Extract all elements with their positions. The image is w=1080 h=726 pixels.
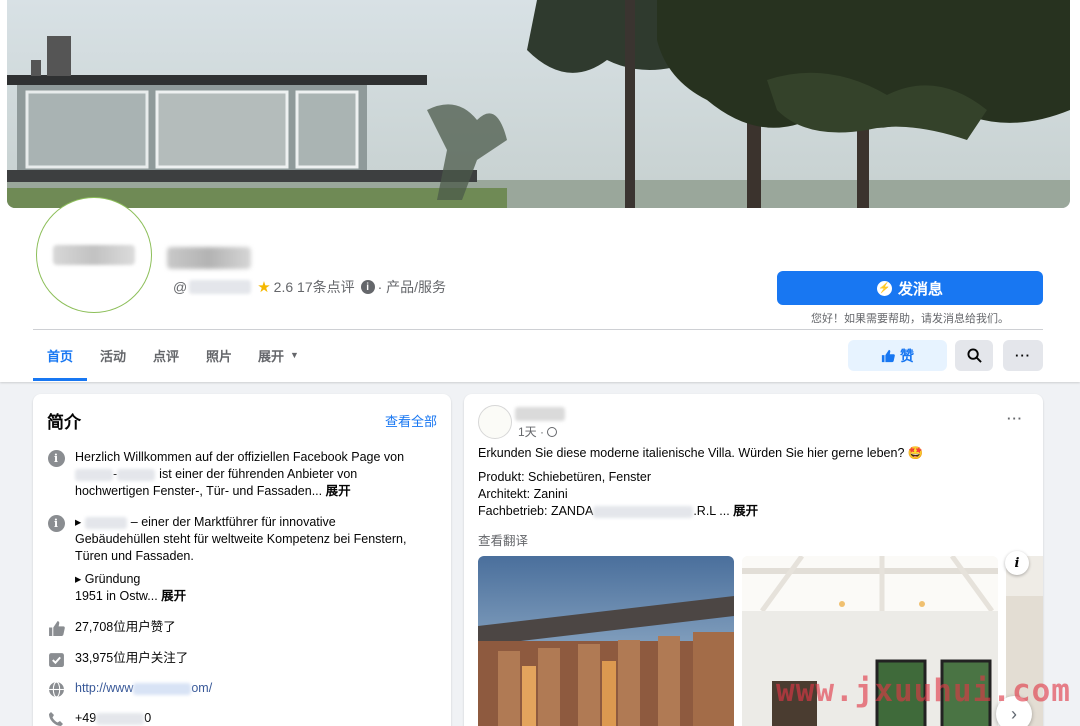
phone-number: +49 0 bbox=[75, 710, 151, 726]
post-text-line3: Architekt: Zanini bbox=[478, 487, 568, 501]
tab-home[interactable]: 首页 bbox=[47, 340, 73, 370]
post-text-prefix: Fachbetrieb: ZANDA bbox=[478, 504, 594, 518]
post-text-line2: Produkt: Schiebetüren, Fenster bbox=[478, 470, 652, 484]
page-meta: @ ★ 2.6 17条点评 i · 产品/服务 bbox=[173, 277, 446, 297]
tab-more-label: 展开 bbox=[258, 348, 285, 364]
phone-row: +49 0 bbox=[47, 710, 437, 726]
thumbs-up-icon bbox=[881, 349, 895, 362]
intro-card: 简介 查看全部 i Herzlich Willkommen auf der of… bbox=[33, 394, 451, 726]
post-time-text: 1天 · bbox=[518, 425, 545, 439]
like-button[interactable]: 赞 bbox=[848, 340, 947, 371]
tab-more[interactable]: 展开 ▼ bbox=[258, 340, 299, 370]
post-author-redacted[interactable] bbox=[515, 407, 565, 421]
handle-at: @ bbox=[173, 279, 188, 295]
phone-redacted bbox=[96, 712, 145, 725]
follows-count: 33,975位用户关注了 bbox=[75, 651, 189, 665]
about-line1: – einer der Marktführer für innovative bbox=[130, 515, 336, 529]
send-message-label: 发消息 bbox=[897, 280, 943, 298]
page-category: 产品/服务 bbox=[386, 279, 447, 295]
avatar-logo-blur bbox=[53, 245, 135, 265]
intro-description: i Herzlich Willkommen auf der offizielle… bbox=[47, 449, 437, 500]
header-divider bbox=[33, 329, 1043, 330]
follow-icon bbox=[48, 652, 64, 667]
company-name-redacted bbox=[75, 468, 113, 481]
tab-events[interactable]: 活动 bbox=[100, 340, 126, 370]
more-icon: ··· bbox=[1015, 348, 1031, 363]
follows-row: 33,975位用户关注了 bbox=[47, 650, 437, 668]
brand-redacted bbox=[84, 516, 127, 529]
info-icon: i bbox=[47, 449, 65, 467]
expand-link[interactable]: 展开 bbox=[326, 484, 351, 498]
thumbs-up-icon bbox=[48, 620, 65, 636]
likes-row: 27,708位用户赞了 bbox=[47, 619, 437, 637]
website-prefix: http://www bbox=[75, 681, 134, 695]
villa-exterior-image bbox=[478, 556, 734, 726]
post-timestamp[interactable]: 1天 · bbox=[518, 423, 558, 440]
post-text-line1: Erkunden Sie diese moderne italienische … bbox=[478, 446, 924, 460]
message-hint: 您好！如果需要帮助，请发消息给我们。 bbox=[811, 313, 1009, 325]
info-icon[interactable]: i bbox=[360, 280, 375, 294]
more-button[interactable]: ··· bbox=[1003, 340, 1043, 371]
post-author-avatar[interactable] bbox=[478, 405, 512, 439]
tab-reviews[interactable]: 点评 bbox=[153, 340, 179, 370]
post-more-button[interactable]: ··· bbox=[1007, 411, 1023, 426]
website-row: http://www om/ bbox=[47, 680, 437, 698]
company-name-redacted-2 bbox=[117, 468, 156, 481]
see-all-link[interactable]: 查看全部 bbox=[385, 411, 437, 430]
phone-suffix: 0 bbox=[144, 711, 152, 725]
cover-photo[interactable] bbox=[7, 0, 1070, 208]
handle-redacted bbox=[189, 280, 252, 294]
post-text-line4: Fachbetrieb: ZANDA .R.L ... 展开 bbox=[478, 503, 758, 520]
post-text-suffix: .R.L ... bbox=[693, 504, 730, 518]
page-header: @ ★ 2.6 17条点评 i · 产品/服务 ⚡ 发消息 您好！如果需要帮助，… bbox=[0, 0, 1080, 382]
category-separator: · bbox=[377, 279, 383, 295]
page-avatar[interactable] bbox=[37, 198, 151, 312]
photo-info-icon[interactable]: i bbox=[1005, 551, 1029, 575]
search-button[interactable] bbox=[955, 340, 993, 371]
globe-icon bbox=[48, 681, 64, 697]
website-link[interactable]: http://www om/ bbox=[75, 680, 212, 698]
tab-photos[interactable]: 照片 bbox=[206, 340, 232, 370]
post-photo-villa-exterior[interactable] bbox=[478, 556, 734, 726]
search-icon bbox=[966, 348, 982, 363]
website-suffix: om/ bbox=[191, 681, 213, 695]
star-icon: ★ bbox=[257, 279, 271, 296]
about-line5: 1951 in Ostw... bbox=[75, 589, 158, 603]
likes-count: 27,708位用户赞了 bbox=[75, 620, 176, 634]
globe-icon bbox=[547, 426, 558, 437]
expand-link-2[interactable]: 展开 bbox=[161, 589, 186, 603]
like-label: 赞 bbox=[900, 347, 914, 364]
intro-about: i ▸ – einer der Marktführer für innovati… bbox=[47, 514, 437, 605]
intro-desc-line3: hochwertigen Fenster-, Tür- und Fassaden… bbox=[75, 484, 323, 498]
see-translation-link[interactable]: 查看翻译 bbox=[478, 530, 528, 549]
phone-prefix: +49 bbox=[75, 711, 97, 725]
phone-icon bbox=[49, 712, 63, 726]
info-icon: i bbox=[47, 514, 65, 532]
page-name-redacted bbox=[167, 247, 251, 269]
send-message-button[interactable]: ⚡ 发消息 bbox=[777, 271, 1043, 305]
about-line2: Gebäudehüllen steht für weltweite Kompet… bbox=[75, 532, 407, 546]
intro-desc-line2: ist einer der führenden Anbieter von bbox=[159, 467, 358, 481]
rating-value: 2.6 bbox=[273, 279, 294, 295]
about-line3: Türen und Fassaden. bbox=[75, 549, 194, 563]
review-count[interactable]: 17条点评 bbox=[297, 277, 355, 297]
about-line4: ▸ Gründung bbox=[75, 572, 141, 586]
cover-image bbox=[7, 0, 1070, 208]
messenger-icon: ⚡ bbox=[876, 280, 892, 296]
installer-redacted bbox=[593, 505, 694, 518]
bullet: ▸ bbox=[75, 515, 82, 529]
chevron-down-icon: ▼ bbox=[290, 350, 299, 360]
website-redacted bbox=[133, 682, 192, 695]
active-tab-indicator bbox=[33, 378, 87, 381]
post-expand-link[interactable]: 展开 bbox=[733, 504, 758, 518]
watermark: www.jxuuhui.com bbox=[776, 673, 1071, 709]
intro-desc-line1: Herzlich Willkommen auf der offiziellen … bbox=[75, 450, 405, 464]
intro-title: 简介 bbox=[47, 413, 81, 432]
